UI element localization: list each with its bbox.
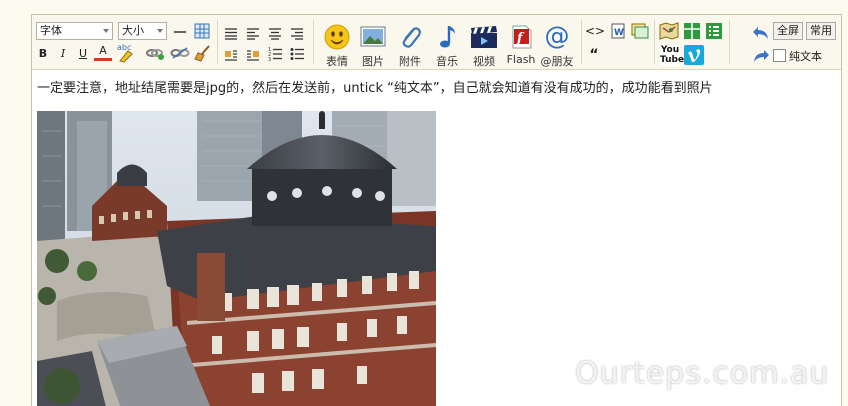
toolbar-separator <box>313 20 314 64</box>
svg-text:W: W <box>614 28 624 38</box>
broom-icon <box>194 45 210 62</box>
bold-button[interactable]: B <box>34 46 52 62</box>
highlighter-icon <box>119 50 133 63</box>
rich-text-editor: 字体 大小 B I U A abc 1 2 3 表情 图片 附件 音乐 视频 f… <box>31 14 842 406</box>
table-icon <box>194 23 210 39</box>
insert-image-button[interactable]: 图片 <box>353 19 393 68</box>
at-sign-icon: @ <box>544 21 570 50</box>
font-size-select[interactable]: 大小 <box>118 22 167 40</box>
editor-toolbar: 字体 大小 B I U A abc 1 2 3 表情 图片 附件 音乐 视频 f… <box>32 15 841 70</box>
unlink-icon <box>170 47 190 59</box>
vimeo-button[interactable] <box>684 45 704 65</box>
float-left-icon <box>225 50 237 61</box>
spellcheck-button[interactable]: abc <box>116 43 138 63</box>
youtube-button[interactable]: You Tube <box>660 45 685 66</box>
align-center-icon <box>269 28 281 40</box>
music-note-icon <box>440 26 455 48</box>
toolbar-separator <box>217 20 218 64</box>
insert-link-button[interactable] <box>145 45 165 61</box>
float-left-button[interactable] <box>224 47 238 61</box>
image-icon <box>360 26 386 47</box>
insert-frame-button[interactable] <box>631 22 649 40</box>
font-color-button[interactable]: A <box>94 44 112 61</box>
flash-icon: f <box>512 25 532 49</box>
horizontal-rule-icon <box>174 31 186 33</box>
toolbar-separator <box>581 20 582 64</box>
font-family-select-label: 字体 <box>40 24 62 37</box>
toolbar-separator <box>654 20 655 64</box>
smiley-icon <box>324 24 350 50</box>
align-justify-button[interactable] <box>224 25 238 40</box>
unordered-list-button[interactable] <box>290 46 305 60</box>
image-label: 图片 <box>362 55 384 68</box>
green-grid-icon <box>684 23 700 39</box>
content-text: 一定要注意，地址结尾需要是jpg的，然后在发送前，untick “纯文本”，自己… <box>37 81 713 96</box>
fullscreen-button[interactable]: 全屏 <box>773 22 803 40</box>
plaintext-label: 纯文本 <box>789 50 822 63</box>
table-button[interactable] <box>194 23 210 39</box>
ordered-list-icon: 123 <box>268 47 282 63</box>
font-family-select[interactable]: 字体 <box>36 22 113 40</box>
align-justify-icon <box>225 28 237 40</box>
attachment-button[interactable]: 附件 <box>390 19 430 68</box>
unordered-list-icon <box>290 48 304 60</box>
float-right-button[interactable] <box>246 47 260 61</box>
emoticon-button[interactable]: 表情 <box>317 19 357 68</box>
font-size-select-label: 大小 <box>122 24 144 37</box>
link-icon <box>146 49 164 60</box>
remove-link-button[interactable] <box>170 45 190 61</box>
quote-button[interactable]: “ <box>585 47 603 63</box>
flash-label: Flash <box>506 53 536 66</box>
green-list-icon <box>706 23 722 39</box>
video-label: 视频 <box>473 55 495 68</box>
vimeo-icon <box>684 45 704 65</box>
paperclip-icon <box>402 27 421 48</box>
emoticon-label: 表情 <box>326 55 348 68</box>
align-right-icon <box>291 28 303 40</box>
friends-label: @朋友 <box>540 55 574 68</box>
map-icon <box>659 22 679 40</box>
music-label: 音乐 <box>436 55 458 68</box>
source-code-button[interactable]: <> <box>585 23 605 39</box>
tokyo-station-photo <box>37 111 436 406</box>
map-button[interactable] <box>659 22 679 40</box>
svg-text:3: 3 <box>268 57 271 61</box>
undo-button[interactable] <box>752 25 770 39</box>
align-right-button[interactable] <box>290 25 304 40</box>
watermark-text: Ourteps.com.au <box>575 356 830 391</box>
insert-flash-button[interactable]: f Flash <box>501 19 541 67</box>
undo-arrow-icon <box>753 27 768 39</box>
youtube-icon: You Tube <box>660 45 685 66</box>
horizontal-rule-button[interactable] <box>173 24 187 38</box>
chevron-down-icon <box>157 29 163 33</box>
align-left-icon <box>247 28 259 40</box>
paste-word-button[interactable]: W <box>610 23 626 39</box>
grid-table-button[interactable] <box>684 23 700 39</box>
chevron-down-icon <box>103 29 109 33</box>
insert-video-button[interactable]: 视频 <box>464 19 504 68</box>
station-photo-illustration <box>37 111 436 406</box>
underline-button[interactable]: U <box>74 46 92 62</box>
list-table-button[interactable] <box>706 23 722 39</box>
common-button[interactable]: 常用 <box>806 22 836 40</box>
plaintext-checkbox[interactable] <box>773 49 786 62</box>
redo-arrow-icon <box>754 50 769 62</box>
redo-button[interactable] <box>752 48 770 62</box>
insert-music-button[interactable]: 音乐 <box>427 19 467 68</box>
align-center-button[interactable] <box>268 25 282 40</box>
italic-button[interactable]: I <box>54 46 72 62</box>
align-left-button[interactable] <box>246 25 260 40</box>
toolbar-separator <box>729 20 730 64</box>
frame-icon <box>631 23 649 39</box>
attachment-label: 附件 <box>399 55 421 68</box>
mention-friends-button[interactable]: @ @朋友 <box>537 19 577 68</box>
ordered-list-button[interactable]: 123 <box>268 46 283 63</box>
float-right-icon <box>247 50 259 61</box>
word-document-icon: W <box>611 23 625 39</box>
clear-format-button[interactable] <box>194 44 212 62</box>
clapperboard-icon <box>471 26 497 48</box>
